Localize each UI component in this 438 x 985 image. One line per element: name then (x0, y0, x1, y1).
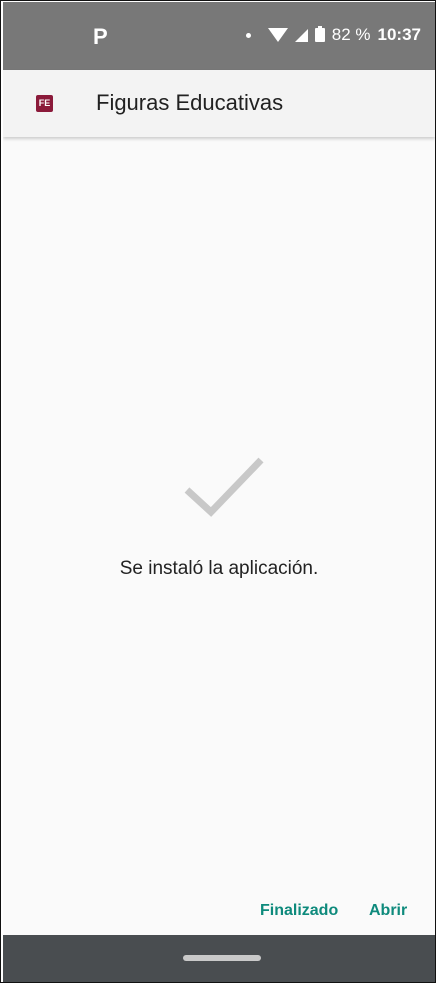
notification-dot-icon (245, 32, 251, 38)
status-app-indicator: P (93, 24, 108, 49)
done-button[interactable]: Finalizado (260, 902, 338, 920)
install-success-message: Se instaló la aplicación. (119, 558, 319, 579)
app-icon: FE (36, 95, 53, 112)
open-button[interactable]: Abrir (369, 902, 407, 920)
page-title: Figuras Educativas (96, 90, 284, 115)
status-icons: 82 % 10:37 (245, 25, 421, 45)
battery-percentage: 82 % (331, 25, 371, 44)
signal-icon (294, 28, 308, 42)
checkmark-icon (184, 457, 264, 517)
install-screen: P 82 % 10:37 FE Figuras Educativas Se in… (3, 2, 435, 983)
wifi-icon (267, 28, 288, 42)
status-bar: P 82 % 10:37 (3, 2, 435, 70)
status-time: 10:37 (377, 25, 421, 44)
navigation-bar (3, 935, 435, 983)
app-bar: FE Figuras Educativas (3, 70, 435, 137)
battery-icon (314, 26, 325, 42)
home-gesture-handle[interactable] (183, 955, 261, 961)
